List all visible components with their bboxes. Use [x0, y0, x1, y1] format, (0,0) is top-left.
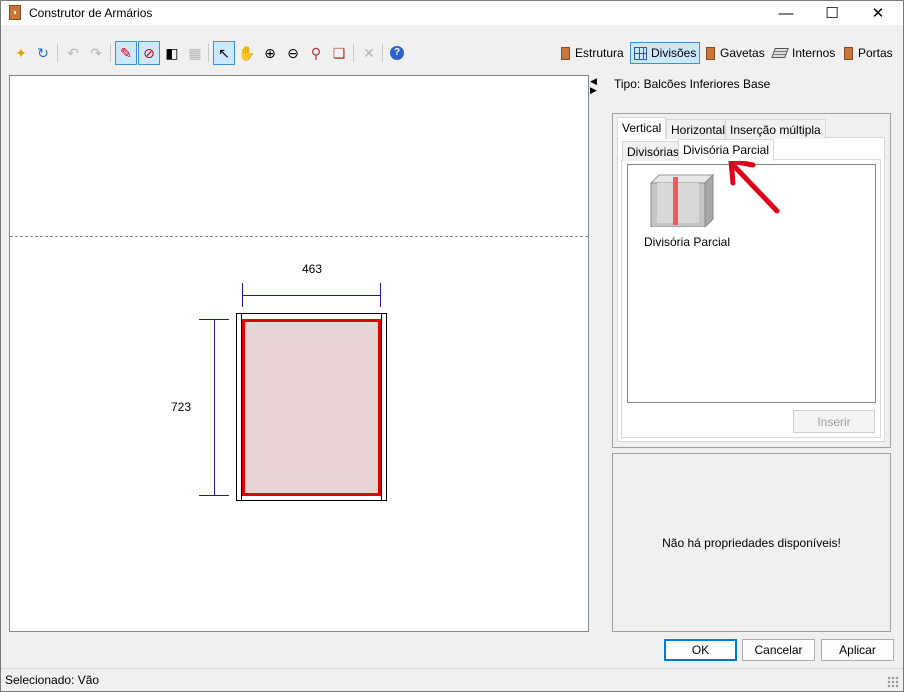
no-properties-message: Não há propriedades disponíveis!	[662, 536, 841, 550]
selection-status: Selecionado: Vão	[5, 673, 100, 687]
width-dimension-line	[242, 295, 381, 296]
subtab-divisorias[interactable]: Divisórias	[622, 141, 685, 161]
mode-divisoes[interactable]: Divisões	[630, 42, 701, 64]
undo-icon[interactable]: ↶	[62, 41, 84, 65]
door-icon	[844, 46, 853, 60]
select-edit-icon[interactable]: ✎	[115, 41, 137, 65]
drawer-icon	[706, 46, 715, 60]
help-icon[interactable]: ?	[386, 41, 408, 65]
refresh-icon[interactable]: ↻	[32, 41, 54, 65]
cabinet-right-side[interactable]	[381, 313, 387, 501]
height-dimension-label: 723	[171, 400, 192, 414]
mode-gavetas-label: Gavetas	[720, 46, 765, 60]
mode-divisoes-label: Divisões	[651, 46, 697, 60]
cabinet-type-label: Tipo: Balcões Inferiores Base	[614, 77, 771, 91]
redo-icon[interactable]: ↷	[85, 41, 107, 65]
insert-button[interactable]: Inserir	[793, 410, 875, 433]
zoom-window-icon[interactable]: ❏	[328, 41, 350, 65]
tab-vertical[interactable]: Vertical	[617, 117, 667, 139]
countertop-guide-line	[10, 236, 588, 237]
title-bar: Construtor de Armários — ☐ ✕	[1, 1, 903, 25]
selected-space[interactable]	[242, 319, 381, 496]
new-icon[interactable]: ✦	[10, 41, 32, 65]
mode-internos[interactable]: Internos	[770, 42, 838, 64]
cabinet-icon	[561, 46, 570, 60]
grid-icon	[634, 46, 647, 60]
delete-icon[interactable]: ✕	[358, 41, 380, 65]
toolbar-separator	[353, 44, 354, 62]
toolbar: ✦ ↻ ↶ ↷ ✎ ⊘ ◧ ▦ ↖ ✋ ⊕ ⊖ ⚲ ❏ ✕ ? Estrutur…	[1, 41, 903, 67]
mode-portas-label: Portas	[858, 46, 893, 60]
zoom-out-icon[interactable]: ⊖	[282, 41, 304, 65]
status-bar: Selecionado: Vão	[1, 668, 903, 691]
close-button[interactable]: ✕	[855, 1, 901, 25]
height-dimension-line	[214, 319, 215, 496]
unlink-icon[interactable]: ⊘	[138, 41, 160, 65]
zoom-fit-icon[interactable]: ⚲	[305, 41, 327, 65]
shelf-icon	[771, 48, 789, 58]
mode-estrutura-label: Estrutura	[575, 46, 624, 60]
maximize-button[interactable]: ☐	[809, 1, 855, 25]
partial-division-icon[interactable]	[649, 173, 715, 227]
mode-gavetas[interactable]: Gavetas	[703, 42, 768, 64]
toolbar-separator	[208, 44, 209, 62]
window-title: Construtor de Armários	[29, 6, 153, 20]
tab-insercao-multipla[interactable]: Inserção múltipla	[725, 119, 826, 139]
mode-internos-label: Internos	[792, 46, 836, 60]
drawing-canvas[interactable]: 463 723	[9, 75, 589, 632]
table-icon[interactable]: ▦	[184, 41, 206, 65]
minimize-button[interactable]: —	[763, 1, 809, 25]
apply-button[interactable]: Aplicar	[821, 639, 894, 661]
resize-grip-icon[interactable]	[887, 676, 899, 688]
toolbar-separator	[57, 44, 58, 62]
cancel-button[interactable]: Cancelar	[742, 639, 815, 661]
width-dimension-label: 463	[302, 262, 323, 276]
pan-hand-icon[interactable]: ✋	[236, 41, 258, 65]
ok-button[interactable]: OK	[664, 639, 737, 661]
partial-division-item-label[interactable]: Divisória Parcial	[644, 235, 730, 249]
tab-horizontal[interactable]: Horizontal	[666, 119, 731, 139]
collapse-panel-arrows[interactable]: ◀ ▶	[590, 77, 597, 95]
mode-portas[interactable]: Portas	[841, 42, 896, 64]
toolbar-separator	[110, 44, 111, 62]
mirror-icon[interactable]: ◧	[161, 41, 183, 65]
app-window: Construtor de Armários — ☐ ✕ ✦ ↻ ↶ ↷ ✎ ⊘…	[0, 0, 904, 692]
pointer-icon[interactable]: ↖	[213, 41, 235, 65]
mode-estrutura[interactable]: Estrutura	[558, 42, 627, 64]
app-cabinet-icon	[9, 5, 21, 20]
subtab-divisoria-parcial[interactable]: Divisória Parcial	[678, 139, 775, 161]
toolbar-separator	[382, 44, 383, 62]
zoom-in-icon[interactable]: ⊕	[259, 41, 281, 65]
